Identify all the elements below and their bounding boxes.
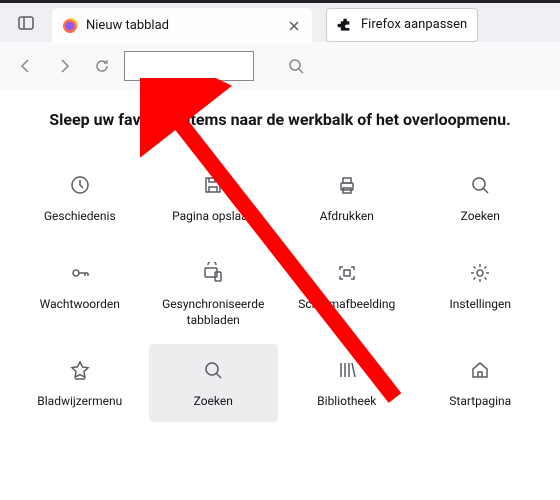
tab-bar: Nieuw tabblad Firefox aanpassen bbox=[0, 0, 560, 42]
customize-item-settings[interactable]: Instellingen bbox=[416, 247, 546, 334]
close-icon[interactable] bbox=[286, 18, 302, 34]
item-label: Startpagina bbox=[449, 394, 511, 410]
item-label: Gesynchroniseerde tabbladen bbox=[151, 297, 277, 328]
library-icon bbox=[327, 350, 367, 390]
customize-item-screenshot[interactable]: Schermafbeelding bbox=[282, 247, 412, 334]
item-label: Instellingen bbox=[450, 297, 511, 313]
history-icon bbox=[60, 165, 100, 205]
item-label: Bibliotheek bbox=[317, 394, 376, 410]
customize-item-key[interactable]: Wachtwoorden bbox=[15, 247, 145, 334]
customize-item-history[interactable]: Geschiedenis bbox=[15, 159, 145, 237]
item-label: Zoeken bbox=[461, 209, 500, 225]
customize-item-library[interactable]: Bibliotheek bbox=[282, 344, 412, 422]
tab-new[interactable]: Nieuw tabblad bbox=[52, 8, 312, 44]
search-icon bbox=[193, 350, 233, 390]
addon-icon bbox=[337, 17, 353, 33]
item-label: Bladwijzermenu bbox=[37, 394, 122, 410]
back-button[interactable] bbox=[10, 50, 42, 82]
customize-item-synctabs[interactable]: Gesynchroniseerde tabbladen bbox=[149, 247, 279, 334]
customize-item-bookmarkmenu[interactable]: Bladwijzermenu bbox=[15, 344, 145, 422]
item-label: Schermafbeelding bbox=[298, 297, 395, 313]
instruction-text: Sleep uw favoriete items naar de werkbal… bbox=[15, 110, 545, 129]
save-icon bbox=[193, 165, 233, 205]
screenshot-icon bbox=[327, 253, 367, 293]
customize-panel[interactable]: Firefox aanpassen bbox=[326, 8, 478, 42]
item-label: Pagina opslaan bbox=[172, 209, 254, 225]
customize-item-search[interactable]: Zoeken bbox=[416, 159, 546, 237]
addon-grid: Geschiedenis Pagina opslaan Afdrukken Zoeke… bbox=[15, 159, 545, 422]
item-label: Wachtwoorden bbox=[40, 297, 120, 313]
search-icon[interactable] bbox=[280, 50, 312, 82]
customize-item-home[interactable]: Startpagina bbox=[416, 344, 546, 422]
customize-item-save[interactable]: Pagina opslaan bbox=[149, 159, 279, 237]
customize-label: Firefox aanpassen bbox=[361, 17, 467, 32]
tab-title: Nieuw tabblad bbox=[86, 18, 286, 33]
url-bar-placeholder[interactable] bbox=[124, 51, 254, 81]
search-icon bbox=[460, 165, 500, 205]
forward-button[interactable] bbox=[48, 50, 80, 82]
bookmarkmenu-icon bbox=[60, 350, 100, 390]
key-icon bbox=[60, 253, 100, 293]
toolbar bbox=[0, 42, 560, 90]
reload-button[interactable] bbox=[86, 50, 118, 82]
customize-content: Sleep uw favoriete items naar de werkbal… bbox=[0, 90, 560, 442]
settings-icon bbox=[460, 253, 500, 293]
sidebar-toggle-button[interactable] bbox=[10, 7, 42, 39]
firefox-icon bbox=[62, 18, 78, 34]
synctabs-icon bbox=[193, 253, 233, 293]
item-label: Afdrukken bbox=[320, 209, 374, 225]
home-icon bbox=[460, 350, 500, 390]
customize-item-print[interactable]: Afdrukken bbox=[282, 159, 412, 237]
customize-item-search[interactable]: Zoeken bbox=[149, 344, 279, 422]
item-label: Geschiedenis bbox=[44, 209, 116, 225]
item-label: Zoeken bbox=[194, 394, 233, 410]
print-icon bbox=[327, 165, 367, 205]
